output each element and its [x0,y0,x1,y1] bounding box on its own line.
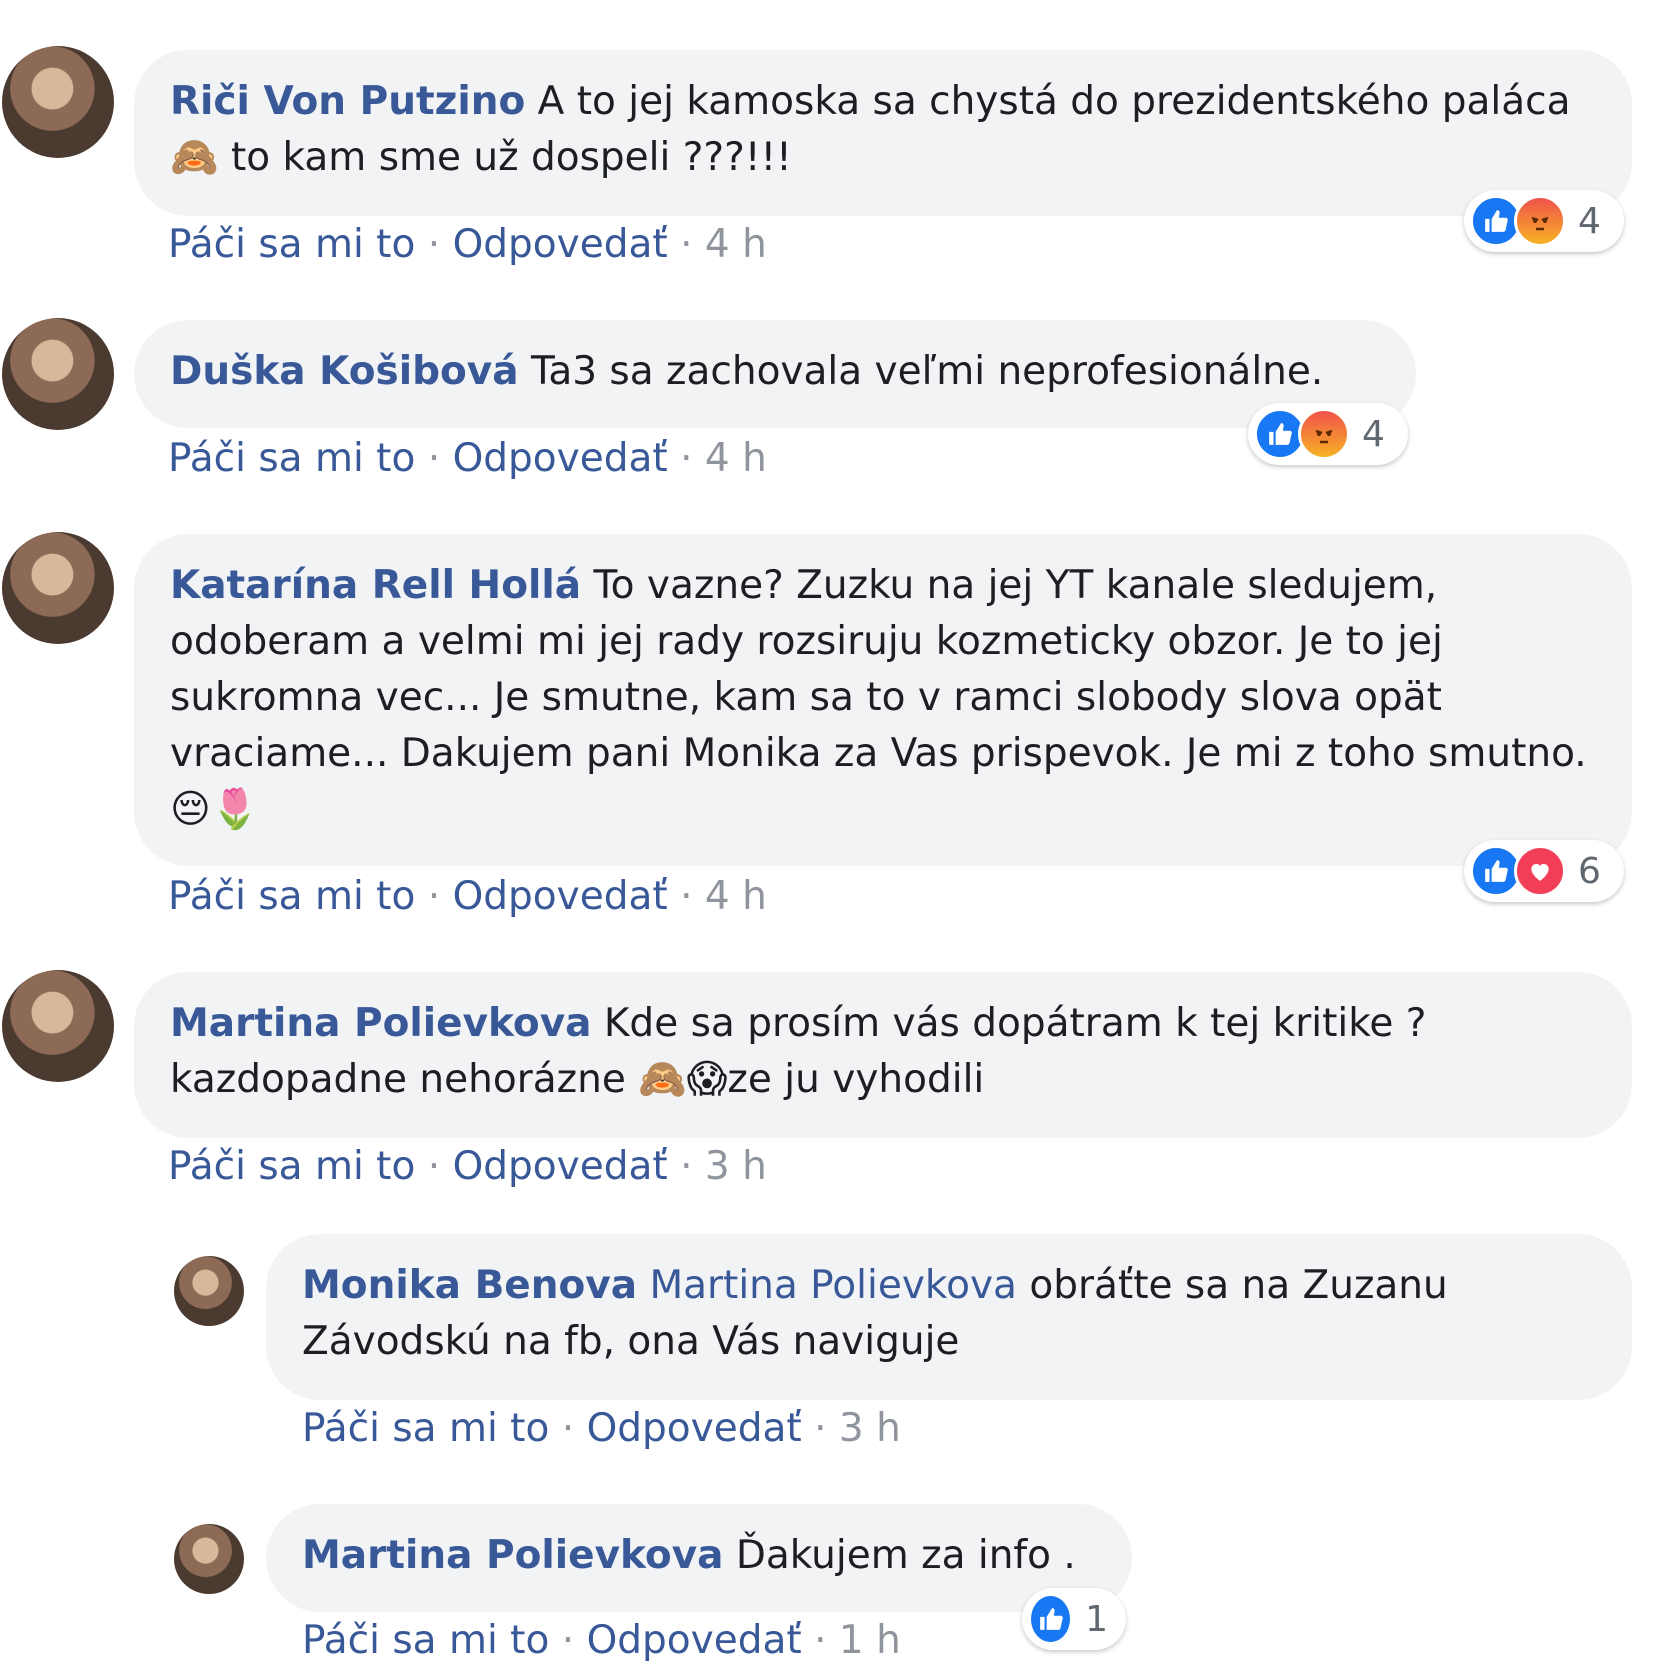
comment-author[interactable]: Martina Polievkova [170,1001,591,1046]
separator: · [680,436,693,481]
angry-icon [1298,408,1350,460]
separator: · [427,874,441,919]
avatar[interactable] [2,46,114,158]
reaction-summary[interactable]: 4 [1464,190,1624,252]
comment-bubble: Riči Von Putzino A to jej kamoska sa chy… [134,50,1632,216]
comment-actions: Páči sa mi to · Odpovedať · 4 h [168,436,767,481]
separator: · [561,1406,575,1451]
separator: · [814,1406,827,1451]
reply-bubble: Martina Polievkova Ďakujem za info . [266,1504,1132,1612]
like-icon [1028,1593,1074,1645]
reply-actions: Páči sa mi to · Odpovedať · 1 h [302,1618,901,1663]
reply-mention[interactable]: Martina Polievkova [649,1263,1017,1308]
comment-author[interactable]: Duška Košibová [170,349,519,394]
like-link[interactable]: Páči sa mi to [168,436,415,481]
reply-link[interactable]: Odpovedať [587,1406,802,1451]
comment-author[interactable]: Riči Von Putzino [170,79,525,124]
love-icon [1514,845,1566,897]
reply-link[interactable]: Odpovedať [453,874,668,919]
reply-link[interactable]: Odpovedať [587,1618,802,1663]
timestamp[interactable]: 4 h [705,222,767,267]
reply-text: Ďakujem za info . [735,1533,1076,1578]
separator: · [680,222,693,267]
reply-bubble: Monika Benova Martina Polievkova obráťte… [266,1234,1632,1400]
like-link[interactable]: Páči sa mi to [168,874,415,919]
reaction-summary[interactable]: 4 [1248,403,1408,465]
reply-link[interactable]: Odpovedať [453,222,668,267]
comment-author[interactable]: Katarína Rell Hollá [170,563,581,608]
reply-link[interactable]: Odpovedať [453,1144,668,1189]
reaction-count: 4 [1578,200,1601,242]
separator: · [427,222,441,267]
avatar[interactable] [2,532,114,644]
avatar[interactable] [174,1524,244,1594]
comment-bubble: Duška Košibová Ta3 sa zachovala veľmi ne… [134,320,1416,428]
avatar[interactable] [2,970,114,1082]
comment-bubble: Martina Polievkova Kde sa prosím vás dop… [134,972,1632,1138]
separator: · [427,436,441,481]
comment-actions: Páči sa mi to · Odpovedať · 4 h [168,222,767,267]
reaction-summary[interactable]: 1 [1022,1588,1126,1650]
avatar[interactable] [2,318,114,430]
angry-icon [1514,195,1566,247]
separator: · [427,1144,441,1189]
separator: · [680,874,693,919]
reaction-count: 6 [1578,850,1601,892]
separator: · [561,1618,575,1663]
like-link[interactable]: Páči sa mi to [168,1144,415,1189]
separator: · [680,1144,693,1189]
comment-bubble: Katarína Rell Hollá To vazne? Zuzku na j… [134,534,1632,866]
timestamp[interactable]: 1 h [839,1618,901,1663]
reaction-summary[interactable]: 6 [1464,840,1624,902]
comment-actions: Páči sa mi to · Odpovedať · 3 h [168,1144,767,1189]
timestamp[interactable]: 4 h [705,436,767,481]
reply-link[interactable]: Odpovedať [453,436,668,481]
timestamp[interactable]: 3 h [705,1144,767,1189]
reply-author[interactable]: Martina Polievkova [302,1533,723,1578]
timestamp[interactable]: 4 h [705,874,767,919]
avatar[interactable] [174,1256,244,1326]
comment-actions: Páči sa mi to · Odpovedať · 4 h [168,874,767,919]
reaction-count: 1 [1085,1598,1108,1640]
like-link[interactable]: Páči sa mi to [168,222,415,267]
like-link[interactable]: Páči sa mi to [302,1406,549,1451]
separator: · [814,1618,827,1663]
timestamp[interactable]: 3 h [839,1406,901,1451]
reply-actions: Páči sa mi to · Odpovedať · 3 h [302,1406,901,1451]
reply-author[interactable]: Monika Benova [302,1263,637,1308]
like-link[interactable]: Páči sa mi to [302,1618,549,1663]
comment-text: Ta3 sa zachovala veľmi neprofesionálne. [530,349,1324,394]
reaction-count: 4 [1362,413,1385,455]
